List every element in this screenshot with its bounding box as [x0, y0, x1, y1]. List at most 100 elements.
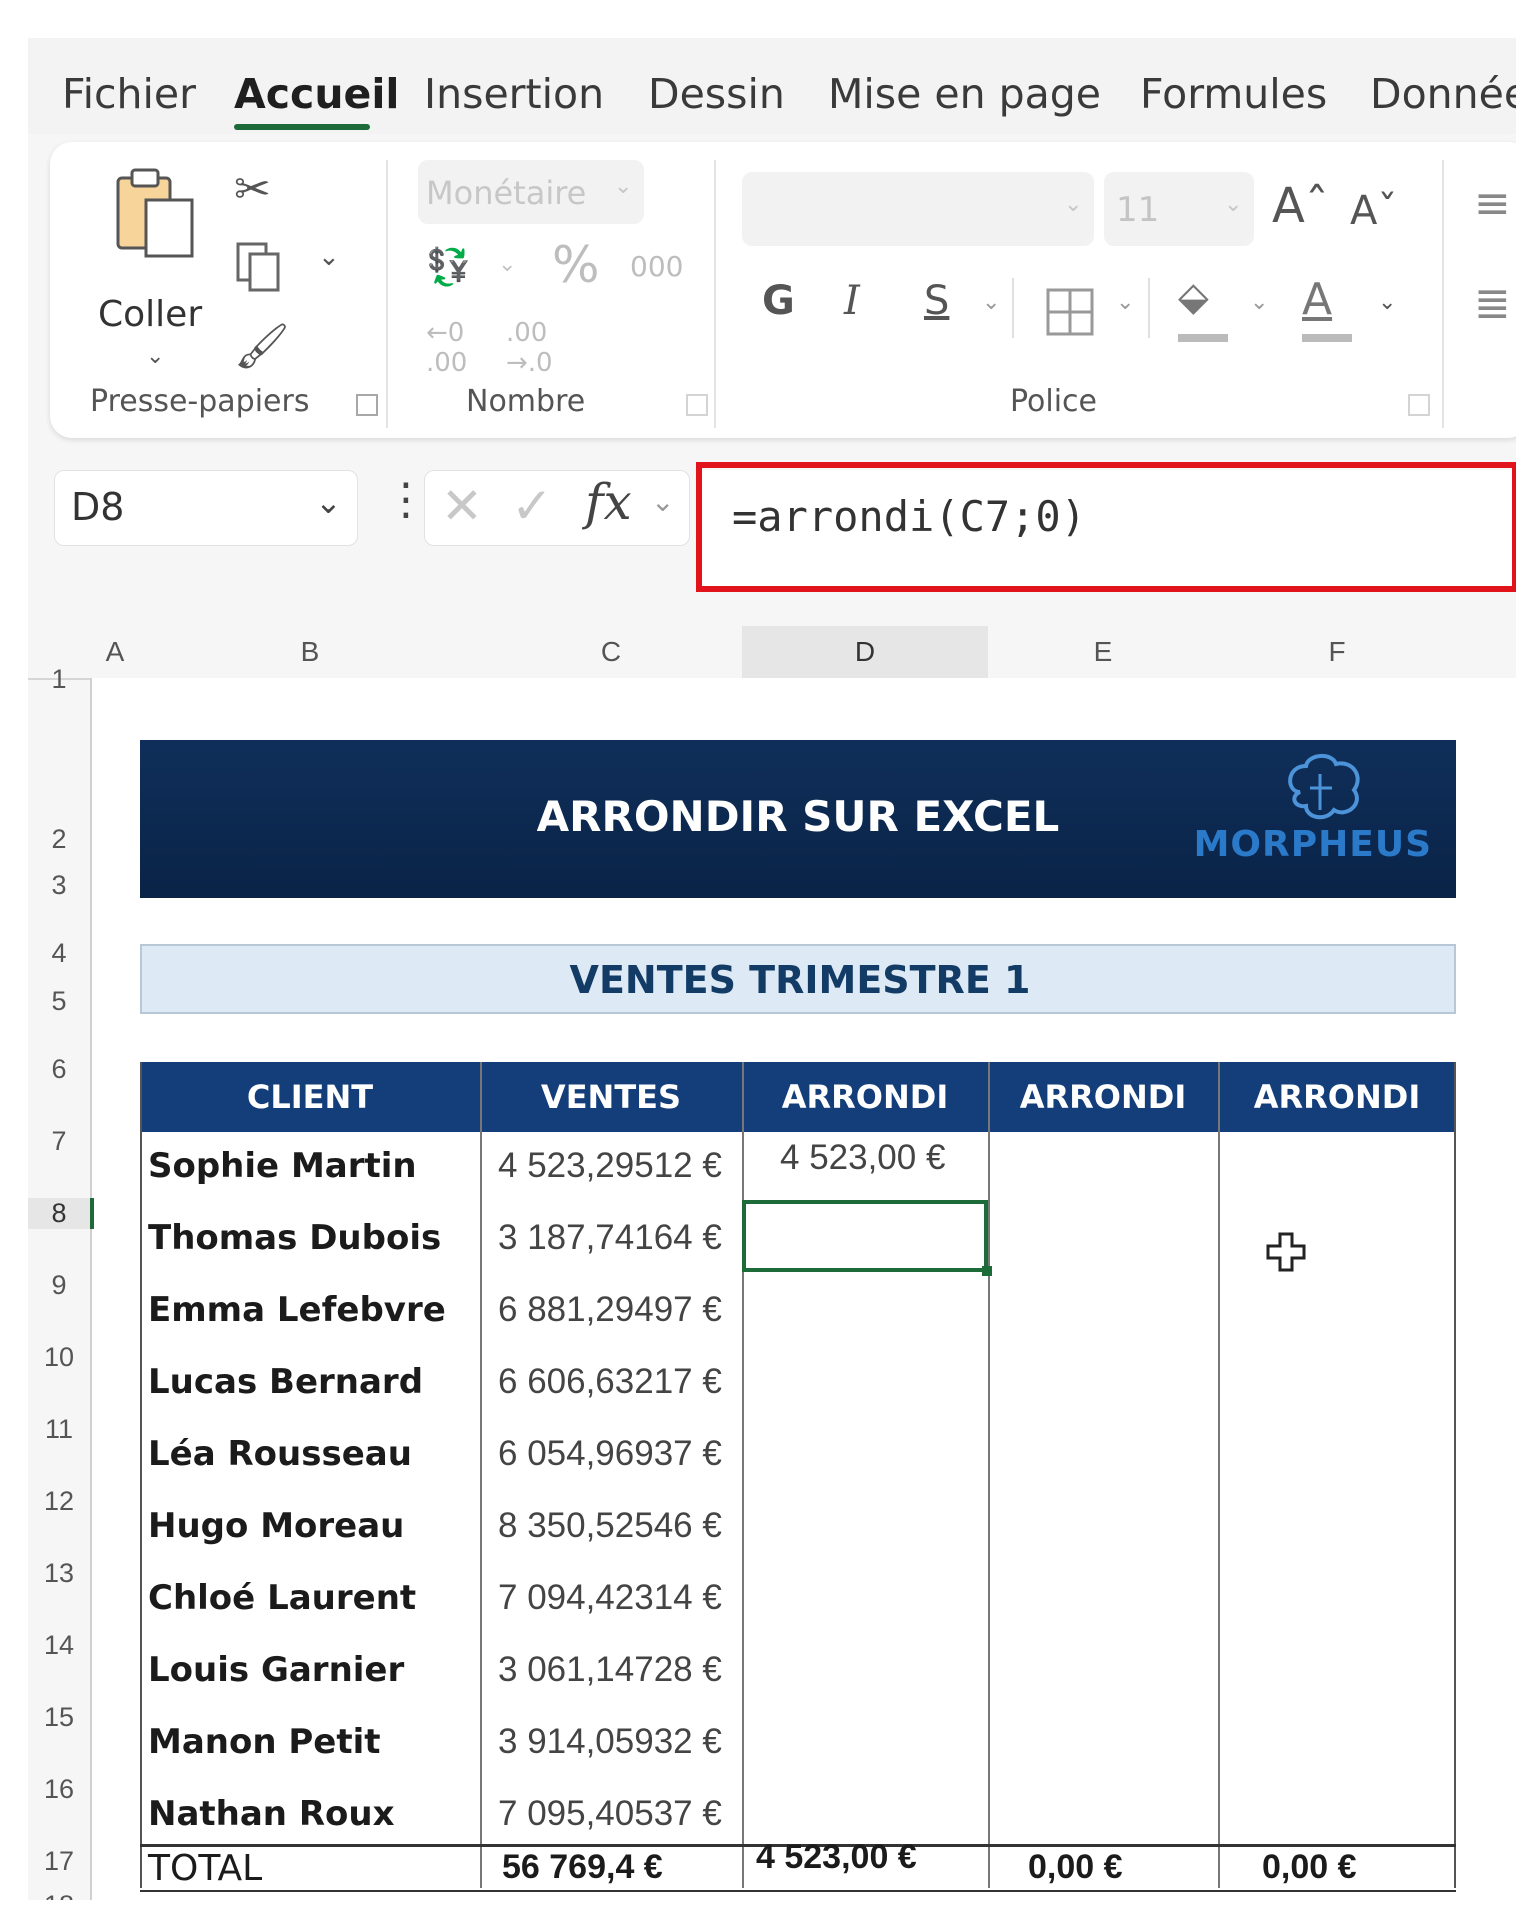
ventes-cell[interactable]: 7 094,42314 €: [498, 1578, 722, 1618]
cancel-icon[interactable]: ✕: [441, 477, 483, 535]
row-header[interactable]: 11: [28, 1414, 90, 1445]
row-header[interactable]: 12: [28, 1486, 90, 1517]
ventes-cell[interactable]: 3 187,74164 €: [498, 1218, 722, 1258]
clipboard-launcher-icon[interactable]: [356, 394, 378, 416]
tab-donnees[interactable]: Donnée: [1370, 70, 1516, 118]
total-arrondi-sup[interactable]: 0,00 €: [1262, 1848, 1357, 1887]
align-top-icon[interactable]: ≡: [1474, 178, 1511, 229]
tab-fichier[interactable]: Fichier: [62, 70, 196, 118]
ventes-cell[interactable]: 3 061,14728 €: [498, 1650, 722, 1690]
increase-decimal-icon[interactable]: ←0.00: [426, 318, 467, 378]
column-header-f[interactable]: F: [1218, 626, 1456, 678]
chevron-down-icon[interactable]: ⌄: [1250, 290, 1268, 315]
decrease-decimal-icon[interactable]: .00 →.0: [506, 318, 553, 378]
row-header[interactable]: 15: [28, 1702, 90, 1733]
ventes-cell[interactable]: 4 523,29512 €: [498, 1146, 722, 1186]
selected-cell-d8[interactable]: [742, 1200, 988, 1272]
row-header[interactable]: 10: [28, 1342, 90, 1373]
row-header[interactable]: 4: [28, 938, 90, 969]
ventes-cell[interactable]: 3 914,05932 €: [498, 1722, 722, 1762]
font-color-icon[interactable]: A: [1302, 274, 1332, 325]
chevron-down-icon[interactable]: ⌄: [315, 483, 342, 521]
header-arrondi-inf: ARRONDI INF: [1019, 1078, 1187, 1186]
borders-icon[interactable]: [1044, 286, 1096, 338]
client-cell[interactable]: Lucas Bernard: [148, 1362, 423, 1402]
font-name-select[interactable]: ⌄: [742, 172, 1094, 246]
percent-icon[interactable]: %: [552, 236, 600, 294]
more-options-icon[interactable]: ⋮: [384, 474, 428, 525]
client-cell[interactable]: Léa Rousseau: [148, 1434, 412, 1474]
font-launcher-icon[interactable]: [1408, 394, 1430, 416]
total-ventes[interactable]: 56 769,4 €: [502, 1848, 663, 1887]
client-cell[interactable]: Nathan Roux: [148, 1794, 395, 1834]
client-cell[interactable]: Emma Lefebvre: [148, 1290, 446, 1330]
column-header-d[interactable]: D: [742, 626, 988, 682]
total-label[interactable]: TOTAL: [148, 1848, 262, 1889]
ventes-cell[interactable]: 6 054,96937 €: [498, 1434, 722, 1474]
row-header[interactable]: 16: [28, 1774, 90, 1805]
column-header-e[interactable]: E: [988, 626, 1218, 678]
row-header[interactable]: 9: [28, 1270, 90, 1301]
chevron-down-icon[interactable]: ⌄: [651, 485, 674, 518]
name-box[interactable]: D8 ⌄: [54, 470, 358, 546]
italic-button[interactable]: I: [844, 278, 860, 324]
client-cell[interactable]: Chloé Laurent: [148, 1578, 416, 1618]
client-cell[interactable]: Hugo Moreau: [148, 1506, 404, 1546]
underline-button[interactable]: S: [924, 278, 949, 324]
tab-insertion[interactable]: Insertion: [424, 70, 604, 118]
tab-accueil[interactable]: Accueil: [234, 70, 399, 118]
header-client: CLIENT: [246, 1078, 374, 1116]
chevron-down-icon[interactable]: ⌄: [1378, 290, 1396, 315]
insert-function-button[interactable]: fx: [585, 473, 632, 531]
total-arrondi[interactable]: 4 523,00 €: [756, 1838, 917, 1877]
shrink-font-icon[interactable]: Aˇ: [1350, 188, 1397, 234]
fill-color-icon[interactable]: ⬙: [1178, 274, 1209, 320]
number-launcher-icon[interactable]: [686, 394, 708, 416]
tab-dessin[interactable]: Dessin: [648, 70, 785, 118]
chevron-down-icon[interactable]: ⌄: [498, 252, 516, 277]
fill-handle[interactable]: [982, 1266, 992, 1276]
row-header[interactable]: 7: [28, 1126, 90, 1157]
tab-formules[interactable]: Formules: [1140, 70, 1327, 118]
chevron-down-icon[interactable]: ⌄: [1116, 290, 1134, 315]
row-header[interactable]: 6: [28, 1054, 90, 1085]
ventes-cell[interactable]: 6 881,29497 €: [498, 1290, 722, 1330]
row-header[interactable]: 18: [28, 1890, 90, 1900]
paste-button[interactable]: Coller ⌄: [98, 164, 218, 394]
confirm-icon[interactable]: ✓: [511, 477, 553, 535]
client-cell[interactable]: Thomas Dubois: [148, 1218, 441, 1258]
arrondi-cell[interactable]: 4 523,00 €: [780, 1138, 945, 1178]
chevron-down-icon[interactable]: ⌄: [982, 290, 1000, 315]
row-header[interactable]: 1: [28, 664, 90, 695]
tab-mise-en-page[interactable]: Mise en page: [828, 70, 1101, 118]
column-header-c[interactable]: C: [480, 626, 742, 678]
copy-chevron-icon[interactable]: ⌄: [318, 242, 340, 272]
row-header[interactable]: 3: [28, 870, 90, 901]
column-header-a[interactable]: A: [90, 626, 140, 678]
font-size-select[interactable]: 11 ⌄: [1104, 172, 1254, 246]
format-painter-icon[interactable]: 🖌: [234, 320, 290, 372]
client-cell[interactable]: Louis Garnier: [148, 1650, 404, 1690]
client-cell[interactable]: Sophie Martin: [148, 1146, 417, 1186]
column-header-b[interactable]: B: [140, 626, 480, 678]
thousands-separator-icon[interactable]: 000: [630, 250, 683, 283]
ventes-cell[interactable]: 8 350,52546 €: [498, 1506, 722, 1546]
row-header[interactable]: 17: [28, 1846, 90, 1877]
client-cell[interactable]: Manon Petit: [148, 1722, 381, 1762]
ventes-cell[interactable]: 7 095,40537 €: [498, 1794, 722, 1834]
accounting-format-icon[interactable]: 💱: [426, 246, 471, 288]
align-left-icon[interactable]: ≣: [1474, 278, 1511, 329]
number-format-select[interactable]: Monétaire ⌄: [418, 160, 644, 224]
divider: [1148, 278, 1150, 338]
row-header[interactable]: 5: [28, 986, 90, 1017]
row-header[interactable]: 14: [28, 1630, 90, 1661]
row-header[interactable]: 2: [28, 824, 90, 855]
bold-button[interactable]: G: [762, 278, 795, 324]
copy-icon[interactable]: [234, 240, 284, 292]
total-arrondi-inf[interactable]: 0,00 €: [1028, 1848, 1123, 1887]
grow-font-icon[interactable]: Aˆ: [1272, 178, 1329, 234]
ventes-cell[interactable]: 6 606,63217 €: [498, 1362, 722, 1402]
row-header[interactable]: 8: [28, 1198, 94, 1229]
cut-icon[interactable]: ✂: [234, 164, 271, 215]
row-header[interactable]: 13: [28, 1558, 90, 1589]
